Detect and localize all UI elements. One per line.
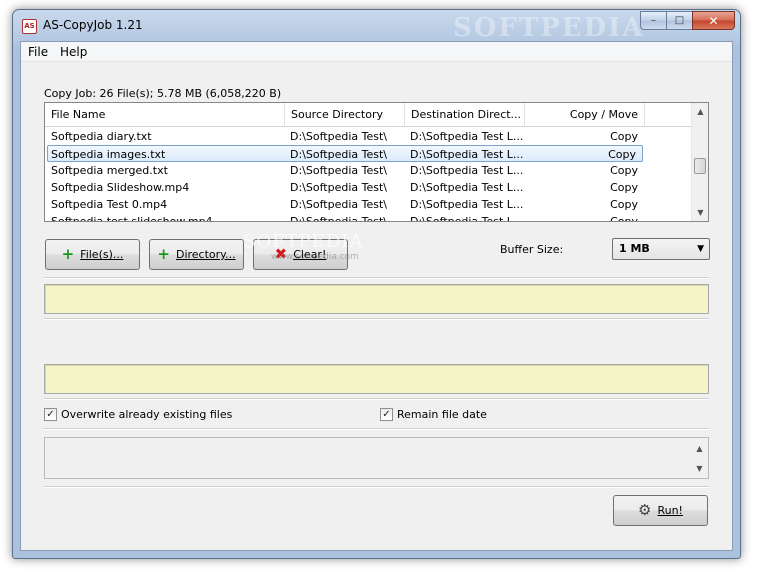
list-scrollbar[interactable]: ▲ ▼ bbox=[691, 103, 708, 221]
overwrite-label: Overwrite already existing files bbox=[61, 408, 233, 421]
cell-source: D:\Softpedia Test\ bbox=[290, 181, 387, 194]
cell-file-name: Softpedia merged.txt bbox=[51, 164, 168, 177]
log-scrollbar[interactable]: ▲ ▼ bbox=[691, 438, 708, 478]
cell-mode: Copy bbox=[610, 164, 638, 177]
remain-date-checkbox[interactable]: ✓ bbox=[380, 408, 393, 421]
cell-mode: Copy bbox=[610, 181, 638, 194]
cell-mode: Copy bbox=[610, 130, 638, 143]
app-icon: AS bbox=[22, 19, 37, 34]
remain-date-label: Remain file date bbox=[397, 408, 487, 421]
scroll-down-icon[interactable]: ▼ bbox=[691, 460, 708, 477]
divider bbox=[44, 398, 709, 400]
list-row-selected[interactable]: Softpedia images.txt D:\Softpedia Test\ … bbox=[47, 145, 643, 162]
list-row[interactable]: Softpedia test slideshow.mp4 D:\Softpedi… bbox=[45, 213, 691, 222]
list-row[interactable]: Softpedia Test 0.mp4 D:\Softpedia Test\ … bbox=[45, 196, 691, 213]
divider bbox=[44, 428, 709, 430]
add-files-button[interactable]: + File(s)... bbox=[45, 239, 140, 270]
log-area[interactable]: ▲ ▼ bbox=[44, 437, 709, 479]
list-row[interactable]: Softpedia Slideshow.mp4 D:\Softpedia Tes… bbox=[45, 179, 691, 196]
run-label: Run! bbox=[657, 504, 683, 517]
cell-file-name: Softpedia Slideshow.mp4 bbox=[51, 181, 190, 194]
cell-file-name: Softpedia test slideshow.mp4 bbox=[51, 215, 213, 222]
column-file-name[interactable]: File Name bbox=[45, 103, 285, 127]
menu-help[interactable]: Help bbox=[60, 45, 87, 59]
job-summary: Copy Job: 26 File(s); 5.78 MB (6,058,220… bbox=[44, 87, 282, 100]
scroll-thumb[interactable] bbox=[694, 158, 706, 174]
window-title: AS-CopyJob 1.21 bbox=[43, 18, 143, 32]
buffer-size-value: 1 MB bbox=[619, 242, 650, 255]
cell-destination: D:\Softpedia Test L... bbox=[410, 130, 524, 143]
cell-mode: Copy bbox=[608, 148, 636, 161]
overwrite-checkbox[interactable]: ✓ bbox=[44, 408, 57, 421]
column-filler bbox=[645, 103, 691, 127]
cell-destination: D:\Softpedia Test L... bbox=[410, 215, 524, 222]
scroll-up-icon[interactable]: ▲ bbox=[692, 103, 708, 120]
plus-icon: + bbox=[61, 245, 75, 263]
scroll-up-icon[interactable]: ▲ bbox=[691, 440, 708, 457]
menu-bar: File Help bbox=[21, 42, 732, 62]
minimize-button[interactable]: – bbox=[640, 11, 666, 30]
gear-icon: ⚙ bbox=[638, 501, 652, 519]
window-controls: – □ ✕ bbox=[640, 11, 735, 30]
clear-button[interactable]: ✖ Clear! bbox=[253, 239, 348, 270]
scroll-down-icon[interactable]: ▼ bbox=[692, 204, 708, 221]
chevron-down-icon: ▼ bbox=[697, 244, 704, 254]
cell-mode: Copy bbox=[610, 198, 638, 211]
list-header: File Name Source Directory Destination D… bbox=[45, 103, 691, 127]
cell-file-name: Softpedia Test 0.mp4 bbox=[51, 198, 168, 211]
cell-source: D:\Softpedia Test\ bbox=[290, 148, 387, 161]
buffer-size-select[interactable]: 1 MB ▼ bbox=[612, 238, 710, 260]
cell-source: D:\Softpedia Test\ bbox=[290, 164, 387, 177]
x-icon: ✖ bbox=[274, 245, 288, 263]
title-bar[interactable]: AS AS-CopyJob 1.21 SOFTPEDIA – □ ✕ bbox=[13, 10, 740, 43]
column-copy-move[interactable]: Copy / Move bbox=[525, 103, 645, 127]
add-directory-button[interactable]: + Directory... bbox=[149, 239, 244, 270]
remain-date-option[interactable]: ✓ Remain file date bbox=[380, 408, 487, 421]
column-destination-directory[interactable]: Destination Direct... bbox=[405, 103, 525, 127]
column-source-directory[interactable]: Source Directory bbox=[285, 103, 405, 127]
cell-destination: D:\Softpedia Test L... bbox=[410, 148, 524, 161]
total-progress-bar bbox=[44, 284, 709, 314]
clear-label: Clear! bbox=[293, 248, 327, 261]
list-row[interactable]: Softpedia merged.txt D:\Softpedia Test\ … bbox=[45, 162, 691, 179]
watermark-logo: SOFTPEDIA bbox=[453, 13, 645, 43]
cell-mode: Copy bbox=[610, 215, 638, 222]
cell-destination: D:\Softpedia Test L... bbox=[410, 181, 524, 194]
divider bbox=[44, 277, 709, 279]
list-rows: Softpedia diary.txt D:\Softpedia Test\ D… bbox=[45, 128, 691, 222]
maximize-button[interactable]: □ bbox=[666, 11, 692, 30]
cell-source: D:\Softpedia Test\ bbox=[290, 130, 387, 143]
divider bbox=[44, 318, 709, 320]
close-button[interactable]: ✕ bbox=[692, 11, 735, 30]
divider bbox=[44, 486, 709, 488]
file-list[interactable]: File Name Source Directory Destination D… bbox=[44, 102, 709, 222]
plus-icon: + bbox=[157, 245, 170, 263]
cell-destination: D:\Softpedia Test L... bbox=[410, 164, 524, 177]
run-button[interactable]: ⚙ Run! bbox=[613, 495, 708, 526]
cell-source: D:\Softpedia Test\ bbox=[290, 198, 387, 211]
list-row[interactable]: Softpedia diary.txt D:\Softpedia Test\ D… bbox=[45, 128, 691, 145]
cell-destination: D:\Softpedia Test L... bbox=[410, 198, 524, 211]
cell-source: D:\Softpedia Test\ bbox=[290, 215, 387, 222]
cell-file-name: Softpedia images.txt bbox=[51, 148, 166, 161]
add-directory-label: Directory... bbox=[175, 248, 236, 261]
overwrite-option[interactable]: ✓ Overwrite already existing files bbox=[44, 408, 232, 421]
file-progress-bar bbox=[44, 364, 709, 394]
add-files-label: File(s)... bbox=[80, 248, 124, 261]
buffer-size-label: Buffer Size: bbox=[500, 243, 564, 256]
cell-file-name: Softpedia diary.txt bbox=[51, 130, 152, 143]
menu-file[interactable]: File bbox=[28, 45, 48, 59]
